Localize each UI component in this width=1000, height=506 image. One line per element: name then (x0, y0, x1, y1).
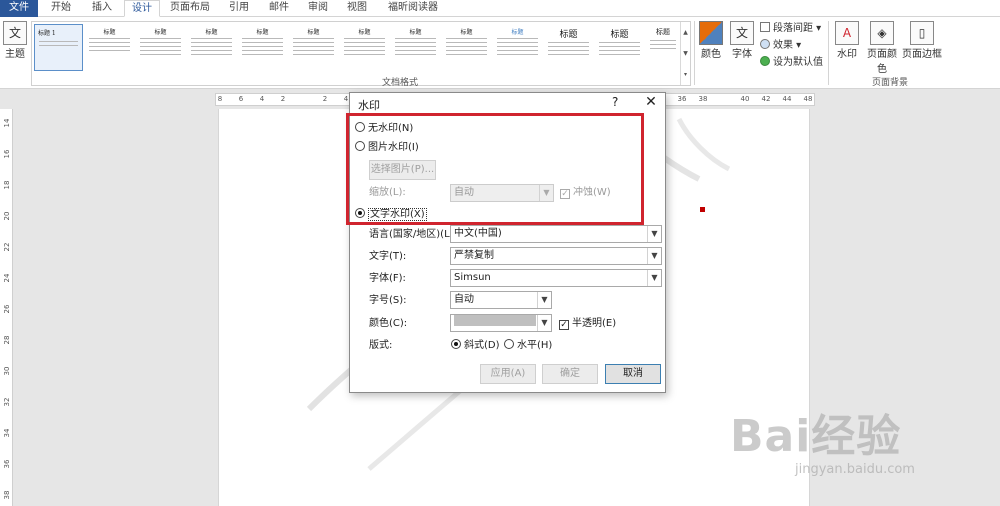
radio-icon (504, 339, 514, 349)
gallery-more-icon[interactable]: ▾ (681, 64, 690, 85)
themes-icon: 文 (3, 21, 27, 45)
watermark-label: 水印 (837, 49, 857, 60)
watermark-text-combo[interactable]: 严禁复制 ▼ (450, 247, 662, 265)
style-set-thumb[interactable]: 标题 (595, 24, 644, 71)
page-border-label: 页面边框 (902, 49, 942, 60)
red-marker (700, 207, 705, 212)
color-swatch (454, 315, 536, 326)
style-set-thumb[interactable]: 标题 (544, 24, 593, 71)
themes-label: 主题 (5, 49, 25, 60)
watermark-icon: A (835, 21, 859, 45)
paragraph-spacing-button[interactable]: 段落间距 ▾ (760, 22, 821, 36)
style-set-thumb[interactable]: 标题 (340, 24, 389, 71)
paint-bucket-icon: ◈ (870, 21, 894, 45)
fonts-label: 字体 (732, 49, 752, 60)
font-label: 字体(F): (369, 273, 406, 284)
ribbon-body: 文 主题 标题 1 标题 标题 标题 标题 标题 标题 标题 标题 标题 标题 … (0, 17, 1000, 89)
cancel-button[interactable]: 取消 (605, 364, 661, 384)
style-set-thumb[interactable]: 标题 (493, 24, 542, 71)
themes-button[interactable]: 文 主题 (2, 21, 28, 60)
style-set-thumb[interactable]: 标题 (391, 24, 440, 71)
page-border-icon: ▯ (910, 21, 934, 45)
ribbon-tab-bar: 文件 开始 插入 设计 页面布局 引用 邮件 审阅 视图 福昕阅读器 (0, 0, 1000, 17)
group-label-document-format: 文档格式 (381, 78, 418, 88)
style-set-thumb[interactable]: 标题 (442, 24, 491, 71)
color-label: 颜色(C): (369, 318, 408, 329)
page-color-label: 页面颜色 (867, 49, 897, 75)
baidu-jingyan-logo: Bai经验 (730, 411, 902, 462)
watermark-button[interactable]: A 水印 (833, 21, 861, 60)
chevron-down-icon: ▼ (647, 270, 661, 286)
scroll-up-icon[interactable]: ▲ (681, 22, 690, 43)
baidu-jingyan-url: jingyan.baidu.com (795, 462, 915, 477)
gallery-scrollbar[interactable]: ▲ ▼ ▾ (680, 22, 690, 85)
chevron-down-icon: ▼ (537, 292, 551, 308)
tab-file[interactable]: 文件 (0, 0, 38, 17)
style-set-thumb[interactable]: 标题 (187, 24, 236, 71)
effects-button[interactable]: 效果 ▾ (760, 39, 801, 53)
size-select[interactable]: 自动 ▼ (450, 291, 552, 309)
paragraph-spacing-icon (760, 22, 770, 32)
text-label: 文字(T): (369, 251, 407, 262)
tab-view[interactable]: 视图 (340, 0, 374, 17)
set-default-button[interactable]: 设为默认值 (760, 56, 823, 70)
chevron-down-icon: ▼ (537, 315, 551, 331)
chevron-down-icon: ▼ (647, 226, 661, 242)
style-set-thumb[interactable]: 标题 (136, 24, 185, 71)
style-set-thumb[interactable]: 标题 (238, 24, 287, 71)
vertical-ruler[interactable]: 14 16 18 20 22 24 26 28 30 32 34 36 38 (0, 109, 13, 506)
fonts-icon: 文 (730, 21, 754, 45)
highlight-annotation-box (346, 113, 644, 225)
tab-references[interactable]: 引用 (222, 0, 256, 17)
tab-mailings[interactable]: 邮件 (262, 0, 296, 17)
page-color-button[interactable]: ◈ 页面颜色 (863, 21, 901, 75)
language-label: 语言(国家/地区)(L): (369, 229, 457, 240)
colors-label: 颜色 (701, 49, 721, 60)
style-set-thumb[interactable]: 标题 (646, 24, 680, 71)
tab-home[interactable]: 开始 (42, 0, 80, 17)
ok-button[interactable]: 确定 (542, 364, 598, 384)
tab-page-layout[interactable]: 页面布局 (163, 0, 217, 17)
color-select[interactable]: ▼ (450, 314, 552, 332)
checkbox-icon: ✓ (559, 320, 569, 330)
apply-button[interactable]: 应用(A) (480, 364, 536, 384)
theme-fonts-button[interactable]: 文 字体 (728, 21, 756, 60)
effects-icon (760, 39, 770, 49)
dialog-title: 水印 (358, 99, 380, 112)
semitransparent-checkbox[interactable]: ✓ 半透明(E) (559, 316, 616, 332)
help-icon[interactable]: ? (612, 95, 618, 109)
tab-insert[interactable]: 插入 (83, 0, 121, 17)
palette-icon (699, 21, 723, 45)
font-select[interactable]: Simsun ▼ (450, 269, 662, 287)
style-set-thumb[interactable]: 标题 (289, 24, 338, 71)
radio-icon (451, 339, 461, 349)
size-label: 字号(S): (369, 295, 407, 306)
group-label-page-background: 页面背景 (871, 78, 908, 88)
language-select[interactable]: 中文(中国) ▼ (450, 225, 662, 243)
tab-foxit-reader[interactable]: 福昕阅读器 (381, 0, 445, 17)
scroll-down-icon[interactable]: ▼ (681, 43, 690, 64)
style-set-thumb[interactable]: 标题 1 (34, 24, 83, 71)
tab-design[interactable]: 设计 (124, 0, 160, 17)
tab-review[interactable]: 审阅 (301, 0, 335, 17)
horizontal-radio[interactable]: 水平(H) (504, 338, 552, 354)
layout-label: 版式: (369, 340, 393, 351)
diagonal-radio[interactable]: 斜式(D) (451, 338, 500, 354)
style-set-thumb[interactable]: 标题 (85, 24, 134, 71)
theme-colors-button[interactable]: 颜色 (697, 21, 725, 60)
checkmark-icon (760, 56, 770, 66)
page-borders-button[interactable]: ▯ 页面边框 (902, 21, 942, 60)
chevron-down-icon: ▼ (647, 248, 661, 264)
close-icon[interactable]: ✕ (641, 93, 661, 111)
